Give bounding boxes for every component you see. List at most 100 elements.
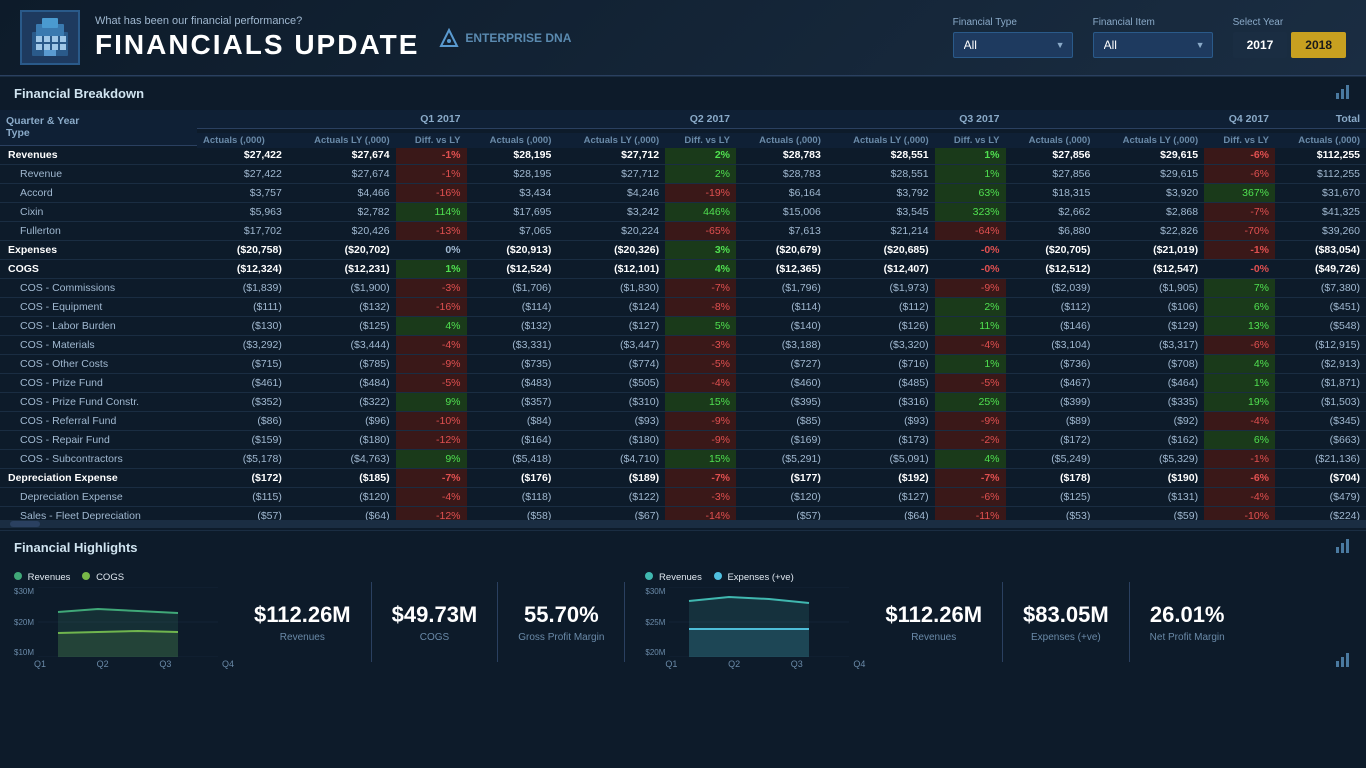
row-cell: -7% (935, 469, 1006, 488)
row-cell: $3,545 (827, 203, 935, 222)
row-cell: ($162) (1096, 431, 1204, 450)
row-cell: $112,255 (1275, 165, 1366, 184)
row-cell: 3% (665, 241, 736, 260)
table-row: COS - Prize Fund($461)($484)-5%($483)($5… (0, 374, 1366, 393)
row-cell: $7,613 (736, 222, 827, 241)
row-cell: $31,670 (1275, 184, 1366, 203)
row-cell: ($1,706) (467, 279, 558, 298)
row-cell: $17,695 (467, 203, 558, 222)
row-cell: ($125) (288, 317, 396, 336)
financial-table: Quarter & YearType Q1 2017 Q2 2017 Q3 20… (0, 110, 1366, 520)
row-cell: ($132) (288, 298, 396, 317)
row-cell: ($127) (557, 317, 665, 336)
row-cell: $2,662 (1006, 203, 1097, 222)
table-row: Depreciation Expense($115)($120)-4%($118… (0, 488, 1366, 507)
row-cell: 25% (935, 393, 1006, 412)
row-cell: ($3,317) (1096, 336, 1204, 355)
row-cell: -16% (396, 184, 467, 203)
table-row: Sales - Fleet Depreciation($57)($64)-12%… (0, 507, 1366, 521)
highlights-chart-icon[interactable] (1334, 537, 1352, 558)
row-cell: ($20,685) (827, 241, 935, 260)
row-cell: $27,422 (197, 165, 288, 184)
financial-type-select[interactable]: All (953, 32, 1073, 58)
q1-actuals-ly-header: Actuals LY (,000) (288, 132, 396, 149)
row-cell: -4% (935, 336, 1006, 355)
row-cell: ($736) (1006, 355, 1097, 374)
expenses-dot (714, 572, 722, 580)
row-cell: ($192) (827, 469, 935, 488)
table-subheader-row: Actuals (,000) Actuals LY (,000) Diff. v… (0, 129, 1366, 146)
financial-type-select-wrapper[interactable]: All (953, 32, 1073, 58)
row-cell: -12% (396, 431, 467, 450)
row-cell: ($715) (197, 355, 288, 374)
financial-table-container[interactable]: Quarter & YearType Q1 2017 Q2 2017 Q3 20… (0, 110, 1366, 520)
row-label: COS - Subcontractors (0, 450, 197, 469)
row-cell: -5% (665, 355, 736, 374)
year-2017-button[interactable]: 2017 (1233, 32, 1288, 58)
financial-item-select[interactable]: All (1093, 32, 1213, 58)
kpi2-group: $49.73M COGS (392, 602, 478, 643)
row-cell: ($1,973) (827, 279, 935, 298)
table-row: COGS($12,324)($12,231)1%($12,524)($12,10… (0, 260, 1366, 279)
row-cell: 323% (935, 203, 1006, 222)
highlights-expand-icon[interactable] (1334, 651, 1352, 672)
row-cell: $15,006 (736, 203, 827, 222)
row-cell: ($3,444) (288, 336, 396, 355)
row-cell: ($467) (1006, 374, 1097, 393)
row-cell: $3,242 (557, 203, 665, 222)
row-cell: ($112) (827, 298, 935, 317)
q3-actuals-header: Actuals (,000) (736, 132, 827, 149)
row-cell: 367% (1204, 184, 1275, 203)
row-cell: ($177) (736, 469, 827, 488)
row-cell: ($93) (827, 412, 935, 431)
row-cell: ($310) (557, 393, 665, 412)
chart1-legend-revenues: Revenues (14, 572, 70, 583)
year-2018-button[interactable]: 2018 (1291, 32, 1346, 58)
row-cell: $17,702 (197, 222, 288, 241)
row-cell: ($178) (1006, 469, 1097, 488)
kpi2-value: $49.73M (392, 602, 478, 628)
row-cell: ($3,188) (736, 336, 827, 355)
table-row: Expenses($20,758)($20,702)0%($20,913)($2… (0, 241, 1366, 260)
chart1-legend: Revenues COGS (14, 572, 234, 583)
kpi3-group: 55.70% Gross Profit Margin (518, 602, 604, 643)
row-cell: ($131) (1096, 488, 1204, 507)
table-row: COS - Equipment($111)($132)-16%($114)($1… (0, 298, 1366, 317)
row-cell: ($485) (827, 374, 935, 393)
financial-highlights-title: Financial Highlights (14, 540, 138, 555)
q1-actuals-header: Actuals (,000) (197, 132, 288, 149)
row-label: COS - Commissions (0, 279, 197, 298)
row-cell: ($176) (467, 469, 558, 488)
col-header-q2: Q2 2017 (467, 110, 737, 129)
row-cell: 9% (396, 450, 467, 469)
row-cell: ($20,326) (557, 241, 665, 260)
expand-chart-icon[interactable] (1334, 83, 1352, 104)
row-cell: 1% (396, 260, 467, 279)
row-cell: ($735) (467, 355, 558, 374)
brand-name: ENTERPRISE DNA (465, 31, 571, 45)
row-cell: -4% (1204, 488, 1275, 507)
row-cell: ($548) (1275, 317, 1366, 336)
row-cell: ($189) (557, 469, 665, 488)
row-cell: ($125) (1006, 488, 1097, 507)
q4-diff-header: Diff. vs LY (1204, 132, 1275, 149)
row-cell: $3,757 (197, 184, 288, 203)
financial-item-label: Financial Item (1093, 17, 1213, 28)
row-cell: ($5,249) (1006, 450, 1097, 469)
row-cell: ($464) (1096, 374, 1204, 393)
row-cell: -10% (1204, 507, 1275, 521)
row-cell: ($180) (288, 431, 396, 450)
row-cell: ($1,839) (197, 279, 288, 298)
row-cell: ($86) (197, 412, 288, 431)
row-cell: 446% (665, 203, 736, 222)
row-cell: ($126) (827, 317, 935, 336)
financial-item-select-wrapper[interactable]: All (1093, 32, 1213, 58)
row-cell: ($159) (197, 431, 288, 450)
chart2-svg (669, 587, 849, 657)
row-cell: ($106) (1096, 298, 1204, 317)
row-cell: ($785) (288, 355, 396, 374)
row-cell: ($3,320) (827, 336, 935, 355)
row-cell: ($3,447) (557, 336, 665, 355)
row-cell: $27,674 (288, 165, 396, 184)
row-cell: -0% (935, 241, 1006, 260)
